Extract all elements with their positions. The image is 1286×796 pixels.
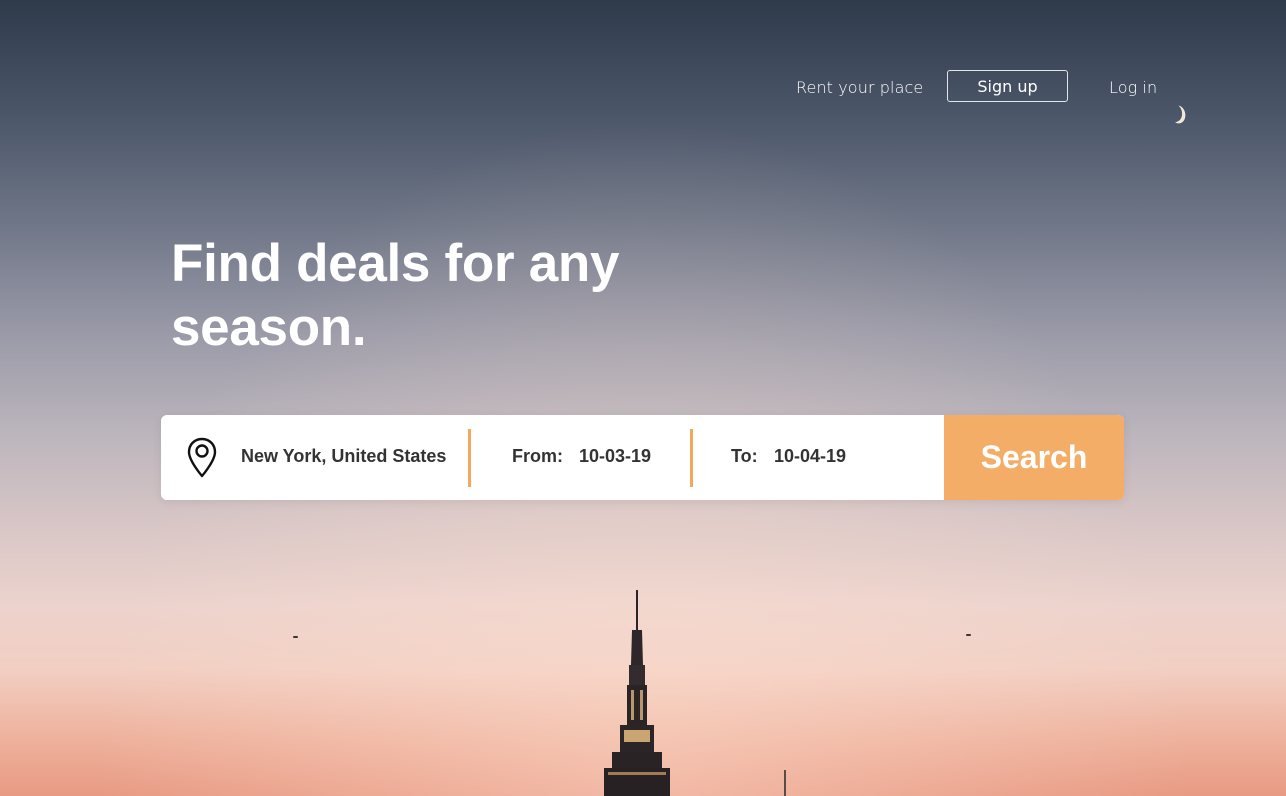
empire-state-building-silhouette xyxy=(604,590,786,796)
